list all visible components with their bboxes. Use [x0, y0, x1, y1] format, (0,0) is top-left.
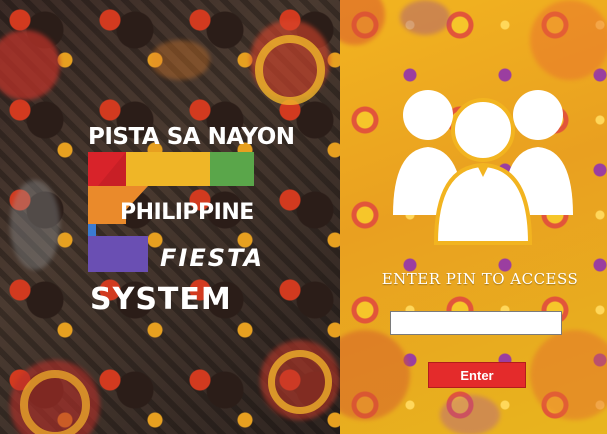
pattern-motif	[440, 395, 500, 434]
pattern-motif	[10, 180, 60, 270]
right-login-panel: ENTER PIN TO ACCESS Enter	[340, 0, 607, 434]
pattern-motif	[340, 330, 410, 420]
pattern-motif	[530, 330, 607, 420]
pin-prompt-label: ENTER PIN TO ACCESS	[381, 270, 579, 288]
users-group-icon	[393, 90, 573, 245]
logo-text-system: SYSTEM	[90, 282, 232, 317]
pattern-motif	[530, 0, 607, 80]
pattern-motif	[340, 0, 385, 45]
pattern-motif	[0, 30, 60, 100]
logo-title-pista-sa-nayon: PISTA SA NAYON	[88, 124, 295, 150]
pattern-motif	[20, 370, 90, 434]
logo-text-philippine: PHILIPPINE	[120, 200, 254, 225]
pattern-motif	[400, 0, 450, 35]
pin-input[interactable]	[390, 311, 562, 335]
pattern-motif	[150, 40, 210, 80]
login-window: PISTA SA NAYON PHILIPPINE FIESTA SYSTEM	[0, 0, 607, 434]
pattern-motif	[255, 35, 325, 105]
logo-text-fiesta: FIESTA	[160, 244, 265, 272]
enter-button[interactable]: Enter	[428, 362, 526, 388]
pattern-motif	[268, 350, 332, 414]
left-decorative-panel: PISTA SA NAYON PHILIPPINE FIESTA SYSTEM	[0, 0, 340, 434]
